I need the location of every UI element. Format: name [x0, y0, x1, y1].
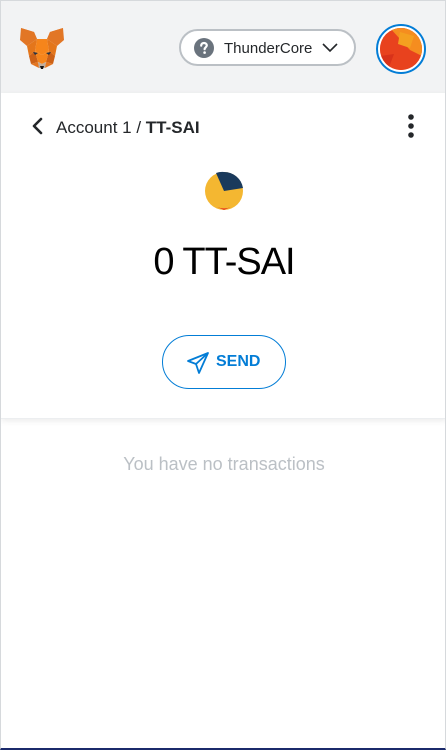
app-window: ThunderCore Account 1 / TT-SAI 0 TT-SAI …	[0, 0, 446, 750]
token-identicon-icon	[205, 171, 243, 210]
breadcrumb-separator: /	[131, 118, 146, 137]
chevron-down-icon	[322, 43, 338, 53]
network-name: ThunderCore	[224, 40, 313, 57]
asset-overview: Account 1 / TT-SAI 0 TT-SAI SEND	[1, 93, 445, 419]
send-button[interactable]: SEND	[162, 335, 286, 389]
app-header: ThunderCore	[1, 1, 445, 93]
paper-plane-icon	[187, 352, 209, 374]
metamask-fox-icon[interactable]	[19, 26, 65, 70]
back-arrow-icon[interactable]	[29, 117, 47, 135]
send-button-label: SEND	[216, 353, 261, 370]
breadcrumb-token: TT-SAI	[145, 118, 200, 137]
account-avatar-icon	[380, 28, 422, 70]
network-selector[interactable]: ThunderCore	[179, 29, 356, 66]
more-options-icon[interactable]	[403, 113, 419, 139]
breadcrumb-account: Account 1	[56, 118, 132, 137]
account-avatar[interactable]	[376, 24, 426, 74]
empty-transactions-message: You have no transactions	[123, 454, 325, 474]
token-balance: 0 TT-SAI	[153, 241, 295, 283]
question-circle-icon	[194, 38, 214, 58]
breadcrumb[interactable]: Account 1 / TT-SAI	[56, 118, 200, 138]
